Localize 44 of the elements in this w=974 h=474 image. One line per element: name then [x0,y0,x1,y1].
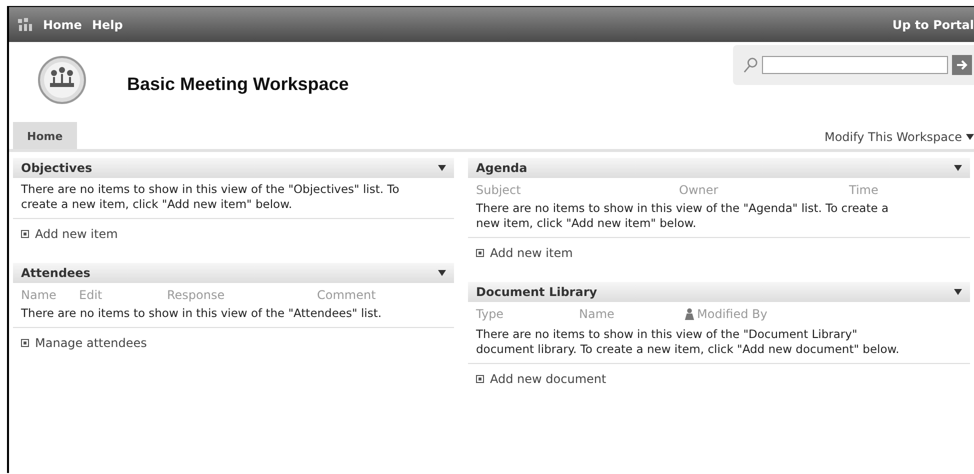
dropdown-arrow-icon[interactable] [954,165,962,171]
web-part-title: Objectives [21,161,92,175]
add-link[interactable]: Manage attendees [35,336,147,350]
add-link[interactable]: Add new item [490,246,573,260]
web-part-title: Agenda [476,161,528,175]
nav-link[interactable]: Home [43,18,82,32]
site-title: Basic Meeting Workspace [127,74,349,95]
meeting-logo-icon [37,55,87,105]
column-header[interactable]: Name [579,307,614,321]
arrow-icon [955,58,969,72]
column-header[interactable]: Edit [79,288,102,302]
empty-list-message: There are no items to show in this view of the "Document Library" document library. To create a new item, click "Add new document" below. [468,323,970,364]
search-field[interactable] [762,56,948,74]
modify-workspace-menu[interactable]: Modify This Workspace [824,130,962,149]
add-link[interactable]: Add new document [490,372,606,386]
dropdown-arrow-icon[interactable] [438,270,446,276]
column-header[interactable]: Owner [679,183,718,197]
site-logo-icon [17,18,33,32]
empty-list-message: There are no items to show in this view of the "Objectives" list. To create a new item, click "Add new item" below. [13,178,454,219]
column-header[interactable]: Modified By [684,307,768,321]
nav-link[interactable]: Help [92,18,123,32]
dropdown-arrow-icon[interactable] [966,134,974,140]
column-header[interactable]: Type [476,307,504,321]
dropdown-arrow-icon[interactable] [954,289,962,295]
person-icon [684,308,695,320]
column-header[interactable]: Name [21,288,56,302]
nav-tab[interactable]: Home [13,122,77,149]
portal-link[interactable]: Up to Portal [892,18,974,32]
search-icon [743,56,758,74]
web-part-title: Document Library [476,285,598,299]
add-item-icon [21,339,29,347]
column-header[interactable]: Time [849,183,878,197]
dropdown-arrow-icon[interactable] [438,165,446,171]
column-header[interactable]: Subject [476,183,521,197]
add-item-icon [476,375,484,383]
column-header[interactable]: Comment [317,288,376,302]
search-go-button[interactable] [952,55,972,75]
add-item-icon [21,230,29,238]
column-header[interactable]: Response [167,288,225,302]
empty-list-message: There are no items to show in this view of the "Attendees" list. [13,302,454,328]
add-link[interactable]: Add new item [35,227,118,241]
add-item-icon [476,249,484,257]
empty-list-message: There are no items to show in this view of the "Agenda" list. To create a new item, click "Add new item" below. [468,197,970,238]
web-part-title: Attendees [21,266,90,280]
